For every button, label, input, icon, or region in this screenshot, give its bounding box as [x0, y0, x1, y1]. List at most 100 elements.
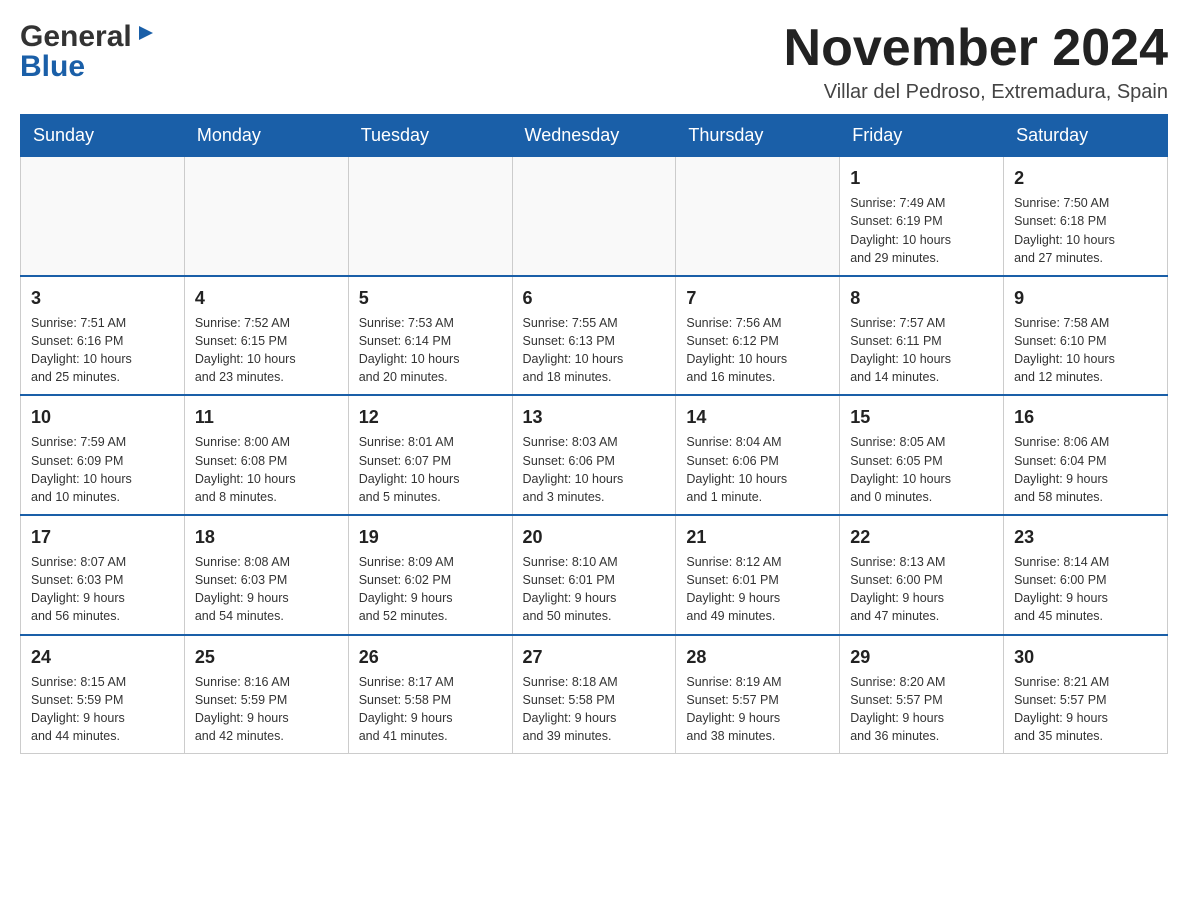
day-info: Sunrise: 8:18 AM Sunset: 5:58 PM Dayligh… — [523, 673, 666, 746]
table-row: 7 Sunrise: 7:56 AM Sunset: 6:12 PM Daylig… — [676, 276, 840, 396]
day-number: 11 — [195, 404, 338, 430]
calendar-week-row: 24 Sunrise: 8:15 AM Sunset: 5:59 PM Dayli… — [21, 635, 1168, 754]
header-monday: Monday — [184, 115, 348, 157]
day-number: 10 — [31, 404, 174, 430]
day-info: Sunrise: 8:12 AM Sunset: 6:01 PM Dayligh… — [686, 553, 829, 626]
table-row: 2 Sunrise: 7:50 AM Sunset: 6:18 PM Daylig… — [1004, 157, 1168, 276]
day-info: Sunrise: 7:50 AM Sunset: 6:18 PM Dayligh… — [1014, 194, 1157, 267]
day-info: Sunrise: 7:58 AM Sunset: 6:10 PM Dayligh… — [1014, 314, 1157, 387]
day-info: Sunrise: 8:09 AM Sunset: 6:02 PM Dayligh… — [359, 553, 502, 626]
weekday-header-row: Sunday Monday Tuesday Wednesday Thursday… — [21, 115, 1168, 157]
day-info: Sunrise: 8:07 AM Sunset: 6:03 PM Dayligh… — [31, 553, 174, 626]
day-info: Sunrise: 8:08 AM Sunset: 6:03 PM Dayligh… — [195, 553, 338, 626]
day-number: 29 — [850, 644, 993, 670]
day-info: Sunrise: 8:15 AM Sunset: 5:59 PM Dayligh… — [31, 673, 174, 746]
day-number: 21 — [686, 524, 829, 550]
table-row: 1Sunrise: 7:49 AM Sunset: 6:19 PM Daylig… — [840, 157, 1004, 276]
calendar-week-row: 1Sunrise: 7:49 AM Sunset: 6:19 PM Daylig… — [21, 157, 1168, 276]
day-info: Sunrise: 8:13 AM Sunset: 6:00 PM Dayligh… — [850, 553, 993, 626]
day-info: Sunrise: 8:04 AM Sunset: 6:06 PM Dayligh… — [686, 433, 829, 506]
day-info: Sunrise: 7:52 AM Sunset: 6:15 PM Dayligh… — [195, 314, 338, 387]
day-info: Sunrise: 8:05 AM Sunset: 6:05 PM Dayligh… — [850, 433, 993, 506]
table-row: 29 Sunrise: 8:20 AM Sunset: 5:57 PM Dayli… — [840, 635, 1004, 754]
day-number: 13 — [523, 404, 666, 430]
table-row: 13 Sunrise: 8:03 AM Sunset: 6:06 PM Dayli… — [512, 395, 676, 515]
day-number: 24 — [31, 644, 174, 670]
day-number: 15 — [850, 404, 993, 430]
page-header: General Blue November 2024 Villar del Pe… — [20, 20, 1168, 104]
table-row — [348, 157, 512, 276]
logo-arrow-icon — [135, 22, 157, 49]
table-row: 14 Sunrise: 8:04 AM Sunset: 6:06 PM Dayli… — [676, 395, 840, 515]
table-row: 11 Sunrise: 8:00 AM Sunset: 6:08 PM Dayli… — [184, 395, 348, 515]
day-info: Sunrise: 8:01 AM Sunset: 6:07 PM Dayligh… — [359, 433, 502, 506]
day-info: Sunrise: 7:51 AM Sunset: 6:16 PM Dayligh… — [31, 314, 174, 387]
day-number: 9 — [1014, 285, 1157, 311]
table-row: 6 Sunrise: 7:55 AM Sunset: 6:13 PM Daylig… — [512, 276, 676, 396]
day-info: Sunrise: 7:59 AM Sunset: 6:09 PM Dayligh… — [31, 433, 174, 506]
day-number: 5 — [359, 285, 502, 311]
day-info: Sunrise: 8:00 AM Sunset: 6:08 PM Dayligh… — [195, 433, 338, 506]
day-number: 8 — [850, 285, 993, 311]
day-info: Sunrise: 7:53 AM Sunset: 6:14 PM Dayligh… — [359, 314, 502, 387]
table-row: 10 Sunrise: 7:59 AM Sunset: 6:09 PM Dayli… — [21, 395, 185, 515]
table-row: 3 Sunrise: 7:51 AM Sunset: 6:16 PM Daylig… — [21, 276, 185, 396]
table-row: 20 Sunrise: 8:10 AM Sunset: 6:01 PM Dayli… — [512, 515, 676, 635]
table-row: 12 Sunrise: 8:01 AM Sunset: 6:07 PM Dayli… — [348, 395, 512, 515]
day-number: 6 — [523, 285, 666, 311]
table-row — [512, 157, 676, 276]
table-row: 26Sunrise: 8:17 AM Sunset: 5:58 PM Dayli… — [348, 635, 512, 754]
logo-general-text: General — [20, 20, 132, 54]
day-info: Sunrise: 8:14 AM Sunset: 6:00 PM Dayligh… — [1014, 553, 1157, 626]
day-number: 20 — [523, 524, 666, 550]
day-info: Sunrise: 8:10 AM Sunset: 6:01 PM Dayligh… — [523, 553, 666, 626]
day-number: 19 — [359, 524, 502, 550]
table-row: 16Sunrise: 8:06 AM Sunset: 6:04 PM Dayli… — [1004, 395, 1168, 515]
day-number: 17 — [31, 524, 174, 550]
day-number: 7 — [686, 285, 829, 311]
table-row: 24 Sunrise: 8:15 AM Sunset: 5:59 PM Dayli… — [21, 635, 185, 754]
day-number: 16 — [1014, 404, 1157, 430]
table-row — [676, 157, 840, 276]
header-tuesday: Tuesday — [348, 115, 512, 157]
day-info: Sunrise: 8:03 AM Sunset: 6:06 PM Dayligh… — [523, 433, 666, 506]
table-row: 8 Sunrise: 7:57 AM Sunset: 6:11 PM Daylig… — [840, 276, 1004, 396]
table-row: 9 Sunrise: 7:58 AM Sunset: 6:10 PM Daylig… — [1004, 276, 1168, 396]
day-info: Sunrise: 7:55 AM Sunset: 6:13 PM Dayligh… — [523, 314, 666, 387]
table-row — [184, 157, 348, 276]
table-row: 4 Sunrise: 7:52 AM Sunset: 6:15 PM Daylig… — [184, 276, 348, 396]
day-number: 25 — [195, 644, 338, 670]
header-saturday: Saturday — [1004, 115, 1168, 157]
day-number: 14 — [686, 404, 829, 430]
header-wednesday: Wednesday — [512, 115, 676, 157]
table-row: 30 Sunrise: 8:21 AM Sunset: 5:57 PM Dayli… — [1004, 635, 1168, 754]
day-info: Sunrise: 8:21 AM Sunset: 5:57 PM Dayligh… — [1014, 673, 1157, 746]
day-info: Sunrise: 8:16 AM Sunset: 5:59 PM Dayligh… — [195, 673, 338, 746]
table-row — [21, 157, 185, 276]
logo: General Blue — [20, 20, 157, 84]
table-row: 17 Sunrise: 8:07 AM Sunset: 6:03 PM Dayli… — [21, 515, 185, 635]
table-row: 28Sunrise: 8:19 AM Sunset: 5:57 PM Dayli… — [676, 635, 840, 754]
calendar-week-row: 3 Sunrise: 7:51 AM Sunset: 6:16 PM Daylig… — [21, 276, 1168, 396]
calendar-week-row: 10 Sunrise: 7:59 AM Sunset: 6:09 PM Dayli… — [21, 395, 1168, 515]
table-row: 5 Sunrise: 7:53 AM Sunset: 6:14 PM Daylig… — [348, 276, 512, 396]
day-number: 27 — [523, 644, 666, 670]
table-row: 19 Sunrise: 8:09 AM Sunset: 6:02 PM Dayli… — [348, 515, 512, 635]
day-number: 1 — [850, 165, 993, 191]
day-number: 4 — [195, 285, 338, 311]
table-row: 15 Sunrise: 8:05 AM Sunset: 6:05 PM Dayli… — [840, 395, 1004, 515]
day-number: 12 — [359, 404, 502, 430]
day-info: Sunrise: 7:56 AM Sunset: 6:12 PM Dayligh… — [686, 314, 829, 387]
day-number: 30 — [1014, 644, 1157, 670]
header-friday: Friday — [840, 115, 1004, 157]
month-title: November 2024 — [784, 20, 1168, 77]
day-info: Sunrise: 7:57 AM Sunset: 6:11 PM Dayligh… — [850, 314, 993, 387]
day-number: 3 — [31, 285, 174, 311]
day-number: 23 — [1014, 524, 1157, 550]
day-info: Sunrise: 8:20 AM Sunset: 5:57 PM Dayligh… — [850, 673, 993, 746]
table-row: 21 Sunrise: 8:12 AM Sunset: 6:01 PM Dayli… — [676, 515, 840, 635]
logo-blue-text: Blue — [20, 50, 157, 84]
table-row: 25 Sunrise: 8:16 AM Sunset: 5:59 PM Dayli… — [184, 635, 348, 754]
calendar-table: Sunday Monday Tuesday Wednesday Thursday… — [20, 114, 1168, 754]
day-number: 2 — [1014, 165, 1157, 191]
